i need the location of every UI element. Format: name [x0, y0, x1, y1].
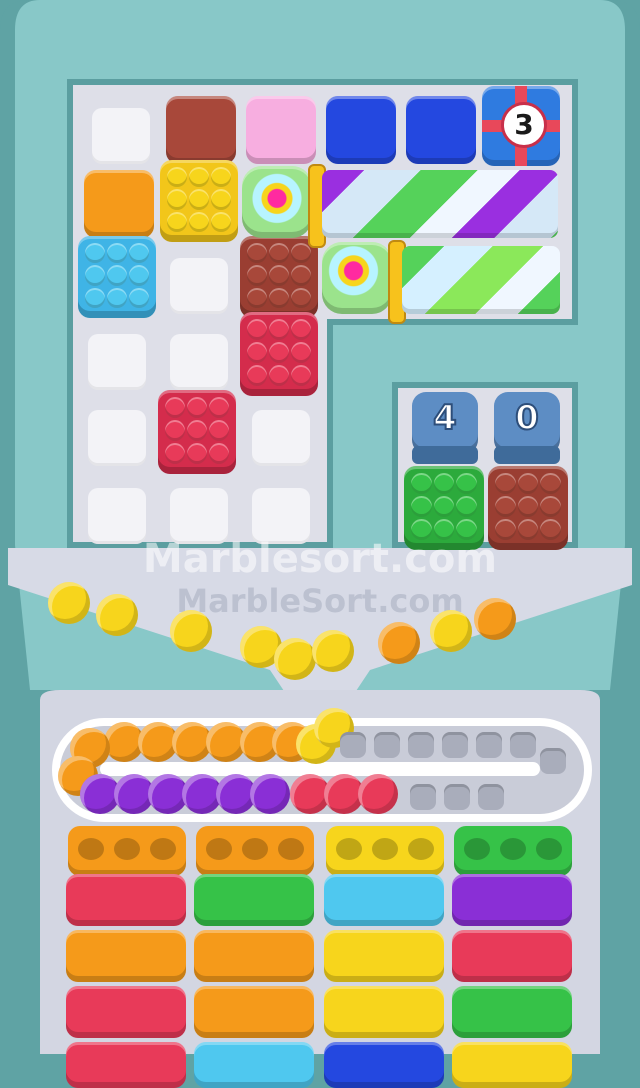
bin-hole	[278, 838, 304, 860]
bin-hole	[500, 838, 526, 860]
bin-4-layer	[452, 930, 572, 982]
bin-hole	[408, 838, 434, 860]
bin-hole	[536, 838, 562, 860]
bin-hole	[206, 838, 232, 860]
bin-2-layer	[194, 1042, 314, 1088]
bin-hole	[114, 838, 140, 860]
bin-3-layer	[324, 1042, 444, 1088]
bin-2-layer	[194, 874, 314, 926]
bin-4-layer	[452, 986, 572, 1038]
bin-hole	[372, 838, 398, 860]
bin-2-layer	[194, 930, 314, 982]
bin-hole	[78, 838, 104, 860]
bin-hole	[464, 838, 490, 860]
bin-4-layer	[452, 1042, 572, 1088]
bin-1-layer	[66, 874, 186, 926]
bin-3-layer	[324, 986, 444, 1038]
bin-4-top[interactable]	[454, 826, 572, 876]
bin-2-layer	[194, 986, 314, 1038]
bin-1-layer	[66, 1042, 186, 1088]
bin-1-layer	[66, 986, 186, 1038]
bin-hole	[242, 838, 268, 860]
bin-hole	[150, 838, 176, 860]
bin-3-layer	[324, 930, 444, 982]
bin-3-top[interactable]	[326, 826, 444, 876]
collection-bins	[0, 0, 640, 1088]
bin-1-layer	[66, 930, 186, 982]
bin-3-layer	[324, 874, 444, 926]
bin-2-top[interactable]	[196, 826, 314, 876]
bin-hole	[336, 838, 362, 860]
bin-1-top[interactable]	[68, 826, 186, 876]
bin-4-layer	[452, 874, 572, 926]
